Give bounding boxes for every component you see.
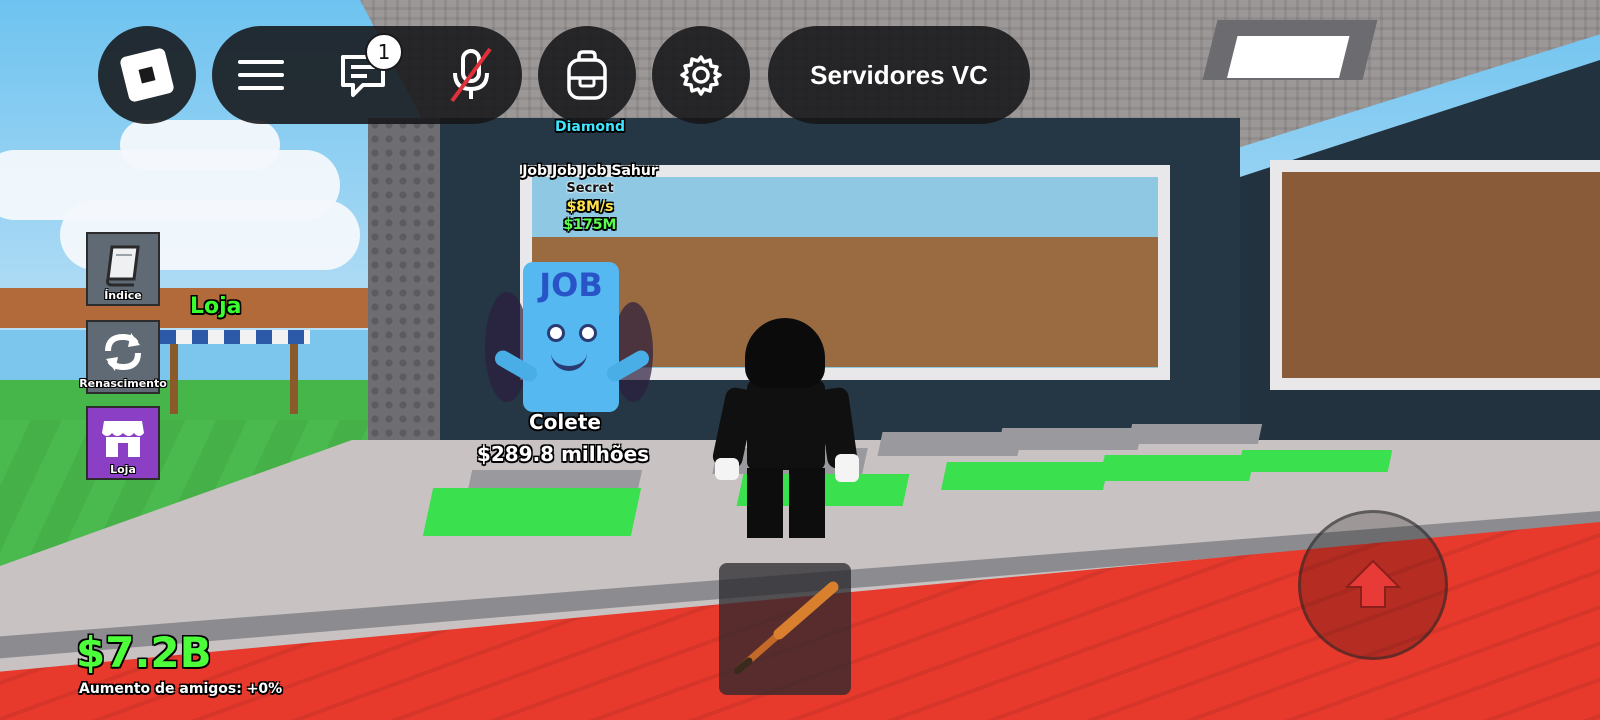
backpack-button[interactable]	[538, 26, 636, 124]
income-label: $8M/s	[566, 199, 614, 215]
chat-notification-badge: 1	[364, 33, 403, 71]
base-window	[1270, 160, 1600, 390]
player-avatar	[705, 318, 865, 538]
collect-label: Colete	[529, 410, 601, 434]
book-index-icon	[106, 245, 140, 287]
rebirth-button[interactable]: Renascimento	[79, 320, 167, 394]
brainrot-name: Job Job Job Sahur	[522, 163, 658, 179]
shop-label: Loja	[110, 463, 136, 476]
collect-pad[interactable]	[422, 488, 642, 536]
hamburger-menu-icon[interactable]	[238, 60, 285, 90]
voice-servers-label: Servidores VC	[810, 59, 988, 90]
ceiling-lamp	[1202, 20, 1378, 80]
gear-icon	[680, 55, 722, 96]
podium-base	[467, 470, 643, 490]
podium-base	[1127, 424, 1263, 444]
index-label: Índice	[104, 289, 142, 302]
collect-pad[interactable]	[1237, 450, 1393, 472]
jump-arrow-icon	[1344, 559, 1402, 608]
jump-button[interactable]	[1298, 510, 1448, 660]
baseball-bat-icon	[733, 581, 839, 675]
index-button[interactable]: Índice	[86, 232, 160, 306]
shop-sign: Loja	[190, 294, 242, 319]
collect-amount: $289.8 milhões	[476, 442, 650, 466]
voice-servers-button[interactable]: Servidores VC	[768, 26, 1030, 124]
roblox-menu-button[interactable]	[98, 26, 196, 124]
rebirth-arrows-icon	[105, 333, 141, 371]
top-controls-group: 1	[212, 26, 522, 124]
backpack-icon	[567, 50, 607, 100]
cloud	[120, 120, 280, 170]
shop-store-icon	[102, 421, 144, 457]
hotbar-slot[interactable]	[719, 563, 851, 695]
base-pillar	[368, 118, 440, 474]
price-label: $175M	[563, 217, 617, 233]
podium-base	[997, 428, 1143, 450]
chat-button[interactable]: 1	[337, 33, 403, 103]
friend-boost-label: Aumento de amigos: +0%	[79, 681, 283, 697]
shop-stall	[160, 330, 310, 414]
mutation-label: Secret	[566, 181, 614, 196]
microphone-muted-icon[interactable]	[446, 45, 496, 105]
brainrot-body-text: JOB	[539, 266, 603, 304]
shop-button[interactable]: Loja	[86, 406, 160, 480]
collect-pad[interactable]	[1099, 455, 1255, 481]
rebirth-label: Renascimento	[79, 377, 167, 390]
money-display: $7.2B	[76, 628, 212, 677]
collect-pad[interactable]	[941, 462, 1109, 490]
settings-button[interactable]	[652, 26, 750, 124]
roblox-logo-icon	[119, 47, 175, 103]
